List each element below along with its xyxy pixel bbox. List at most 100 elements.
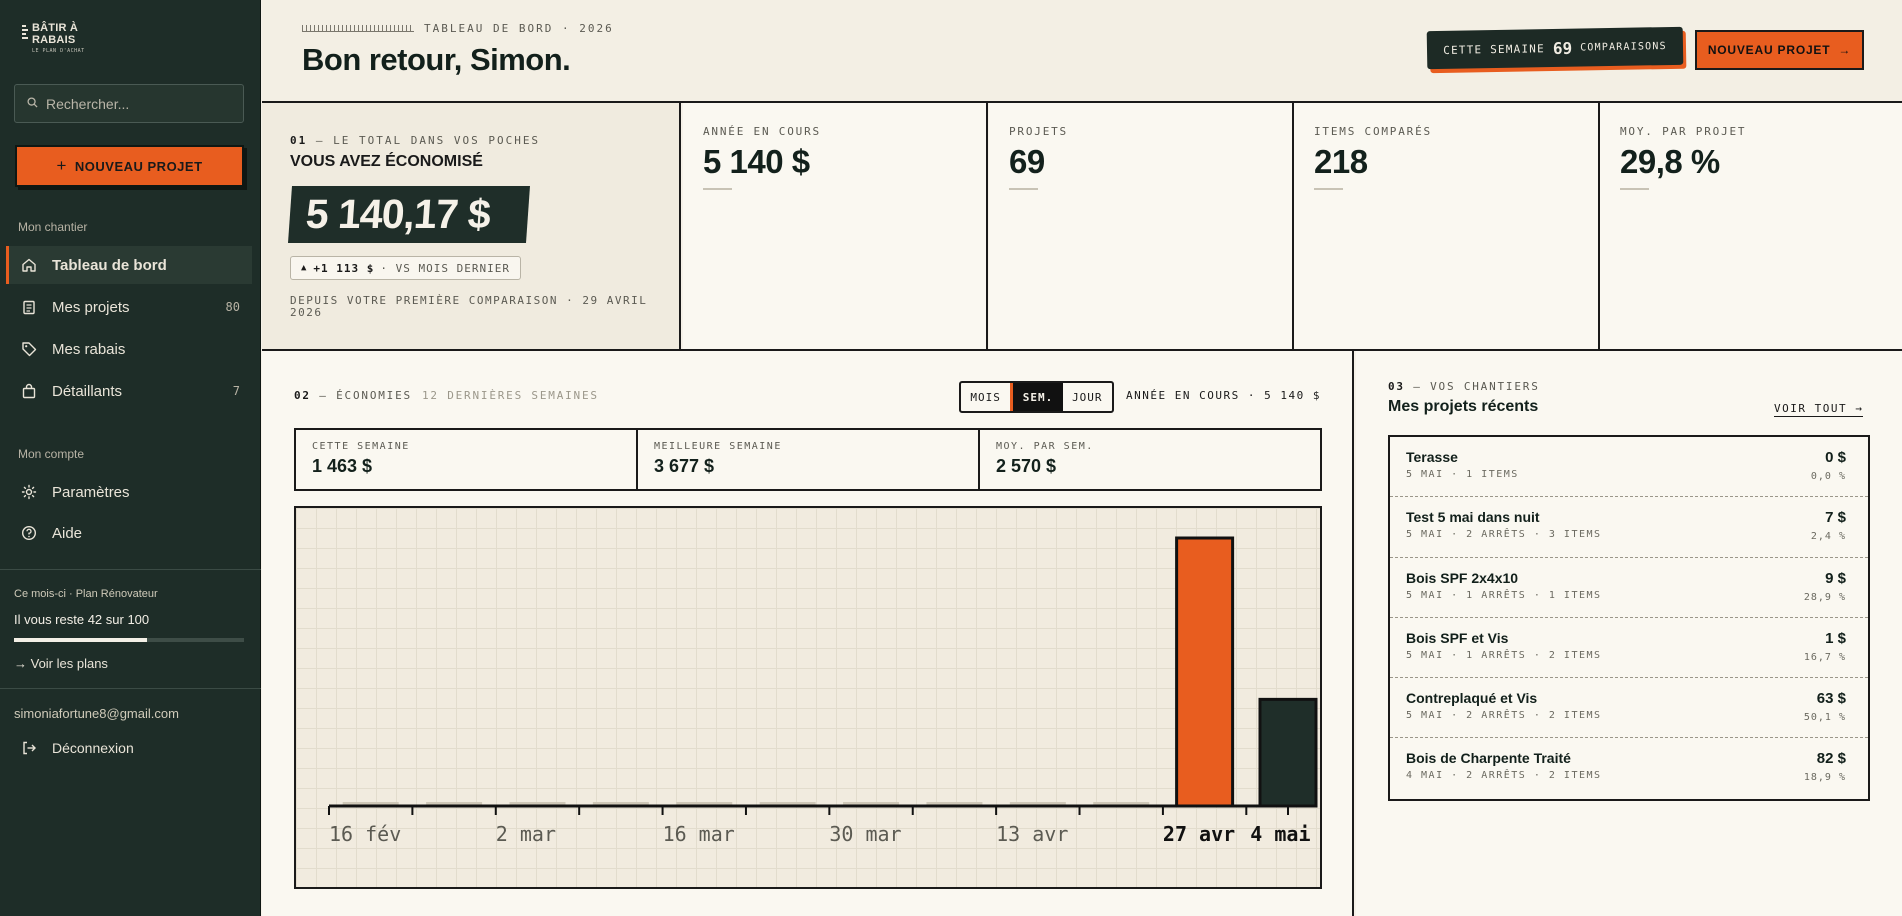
chart-tick-label: 30 mar — [829, 822, 901, 846]
project-amount: 9 $ — [1825, 569, 1846, 587]
hero-label-text: — LE TOTAL DANS VOS POCHES — [307, 134, 541, 147]
logout-button[interactable]: Déconnexion — [6, 729, 252, 767]
sidebar-item-projects[interactable]: Mes projets 80 — [6, 288, 252, 326]
sidebar-item-retailers[interactable]: Détaillants 7 — [6, 372, 252, 410]
sidebar-new-project-label: NOUVEAU PROJET — [74, 158, 203, 174]
sidebar-divider — [0, 688, 261, 689]
project-name: Test 5 mai dans nuit — [1406, 509, 1540, 526]
logo-line-2: RABAIS — [32, 34, 76, 46]
week-label: CETTE SEMAINE — [1443, 41, 1546, 57]
savings-sublabel: 12 DERNIÈRES SEMAINES — [421, 389, 599, 402]
project-amount: 63 $ — [1816, 690, 1846, 708]
project-row[interactable]: Bois SPF 2x4x10 5 MAI · 1 ARRÊTS · 1 ITE… — [1390, 558, 1868, 618]
stat-label: PROJETS — [1009, 125, 1068, 138]
logout-icon — [20, 739, 38, 757]
sidebar-item-label: Mes rabais — [52, 340, 126, 358]
project-row[interactable]: Test 5 mai dans nuit 5 MAI · 2 ARRÊTS · … — [1390, 497, 1868, 558]
project-name: Bois SPF et Vis — [1406, 629, 1509, 646]
project-row[interactable]: Bois SPF et Vis 5 MAI · 1 ARRÊTS · 2 ITE… — [1390, 618, 1868, 679]
mini-stat-value: 1 463 $ — [312, 456, 373, 476]
breadcrumb-label: TABLEAU DE BORD · 2026 — [424, 22, 614, 35]
hero-since: DEPUIS VOTRE PREMIÈRE COMPARAISON · 29 A… — [290, 294, 648, 319]
stat-value: 29,8 % — [1620, 143, 1720, 180]
sidebar-item-help[interactable]: Aide — [6, 514, 252, 552]
project-amount: 0 $ — [1825, 449, 1846, 466]
mini-stat-label: MOY. PAR SEM. — [996, 441, 1094, 452]
section-title-account: Mon compte — [18, 447, 85, 461]
period-week-button[interactable]: SEM. — [1010, 383, 1063, 411]
sidebar-item-settings[interactable]: Paramètres — [6, 473, 252, 511]
logo-line-1: BÂTIR À — [32, 22, 79, 34]
sidebar-item-label: Tableau de bord — [52, 256, 167, 274]
project-meta: 4 MAI · 2 ARRÊTS · 2 ITEMS — [1406, 770, 1602, 782]
mini-stat-value: 2 570 $ — [996, 456, 1057, 476]
stat-value: 69 — [1009, 143, 1045, 180]
sidebar-new-project-button[interactable]: + NOUVEAU PROJET — [15, 145, 244, 187]
project-meta: 5 MAI · 2 ARRÊTS · 3 ITEMS — [1406, 529, 1602, 541]
see-plans-link[interactable]: → Voir les plans — [14, 656, 108, 671]
week-count: 69 — [1552, 38, 1573, 58]
page-header: TABLEAU DE BORD · 2026 Bon retour, Simon… — [262, 0, 1902, 103]
arrow-right-icon: → — [1838, 43, 1852, 57]
chart-bar — [1175, 536, 1235, 808]
brand-logo[interactable]: BÂTIR À RABAIS LE PLAN D'ACHAT — [22, 22, 85, 54]
breadcrumb: TABLEAU DE BORD · 2026 — [302, 22, 614, 35]
project-percent: 50,1 % — [1803, 712, 1846, 724]
projects-index: 03 — [1388, 380, 1405, 393]
stat-underline — [1620, 188, 1649, 190]
stat-label: ITEMS COMPARÉS — [1314, 125, 1432, 138]
project-row[interactable]: Bois de Charpente Traité 4 MAI · 2 ARRÊT… — [1390, 738, 1868, 798]
savings-chart: 16 fév 2 mar 16 mar 30 mar 13 avr 27 avr 4 mai — [294, 506, 1322, 889]
gear-icon — [20, 483, 38, 501]
header-new-project-label: NOUVEAU PROJET — [1707, 43, 1831, 57]
project-name: Bois SPF 2x4x10 — [1406, 569, 1519, 586]
header-new-project-button[interactable]: NOUVEAU PROJET → — [1695, 30, 1864, 70]
search-box[interactable] — [14, 84, 244, 123]
delta-badge: ▲ +1 113 $ · VS MOIS DERNIER — [290, 256, 521, 280]
savings-heading: 02 — ÉCONOMIES 12 DERNIÈRES SEMAINES — [294, 389, 599, 402]
period-day-button[interactable]: JOUR — [1063, 383, 1112, 411]
project-percent: 18,9 % — [1803, 772, 1846, 784]
project-name: Terasse — [1406, 449, 1458, 465]
chart-tick-label: 2 mar — [496, 822, 556, 846]
projects-label: 03 — VOS CHANTIERS — [1388, 380, 1540, 393]
chart-tick-label: 4 mai — [1250, 822, 1310, 846]
stat-underline — [703, 188, 732, 190]
page-title: Bon retour, Simon. — [302, 42, 571, 77]
chart-tick-label: 27 avr — [1163, 822, 1235, 846]
project-row[interactable]: Contreplaqué et Vis 5 MAI · 2 ARRÊTS · 2… — [1390, 678, 1868, 739]
plan-progress-fill — [14, 638, 148, 642]
stat-label: ANNÉE EN COURS — [703, 125, 821, 138]
search-input[interactable] — [46, 95, 226, 112]
sidebar-item-dashboard[interactable]: Tableau de bord — [6, 246, 252, 284]
project-row[interactable]: Terasse 5 MAI · 1 ITEMS 0 $ 0,0 % — [1390, 437, 1868, 498]
section-title-site: Mon chantier — [18, 220, 88, 234]
sidebar-item-discounts[interactable]: Mes rabais — [6, 330, 252, 368]
project-amount: 7 $ — [1825, 509, 1846, 527]
project-percent: 16,7 % — [1803, 651, 1846, 663]
projects-label-text: — VOS CHANTIERS — [1404, 380, 1540, 393]
hero-label: 01 — LE TOTAL DANS VOS POCHES — [290, 134, 540, 147]
week-suffix: COMPARAISONS — [1580, 40, 1667, 54]
logo-bars-icon — [22, 25, 28, 39]
project-percent: 0,0 % — [1810, 471, 1846, 482]
see-all-link[interactable]: VOIR TOUT → — [1774, 402, 1864, 417]
plus-icon: + — [56, 156, 67, 175]
chart-tick-label: 16 mar — [663, 822, 735, 846]
plan-label: Ce mois-ci · Plan Rénovateur — [14, 588, 158, 600]
project-list: Terasse 5 MAI · 1 ITEMS 0 $ 0,0 % Test 5… — [1388, 435, 1870, 801]
mini-stat-label: MEILLEURE SEMAINE — [654, 441, 782, 452]
logo-tagline: LE PLAN D'ACHAT — [32, 48, 85, 54]
delta-suffix: · VS MOIS DERNIER — [380, 261, 510, 275]
chart-tick-label: 13 avr — [996, 822, 1068, 846]
help-icon — [20, 524, 38, 542]
stat-underline — [1314, 188, 1343, 190]
mini-stat-value: 3 677 $ — [654, 456, 715, 476]
mini-stat-best-week: MEILLEURE SEMAINE 3 677 $ — [638, 430, 980, 489]
total-savings-card: 01 — LE TOTAL DANS VOS POCHES VOUS AVEZ … — [262, 103, 681, 349]
shopping-bag-icon — [20, 382, 38, 400]
tag-icon — [20, 340, 38, 358]
mini-stat-label: CETTE SEMAINE — [312, 441, 410, 452]
period-month-button[interactable]: MOIS — [961, 383, 1010, 411]
plan-progress-bar — [14, 638, 244, 642]
